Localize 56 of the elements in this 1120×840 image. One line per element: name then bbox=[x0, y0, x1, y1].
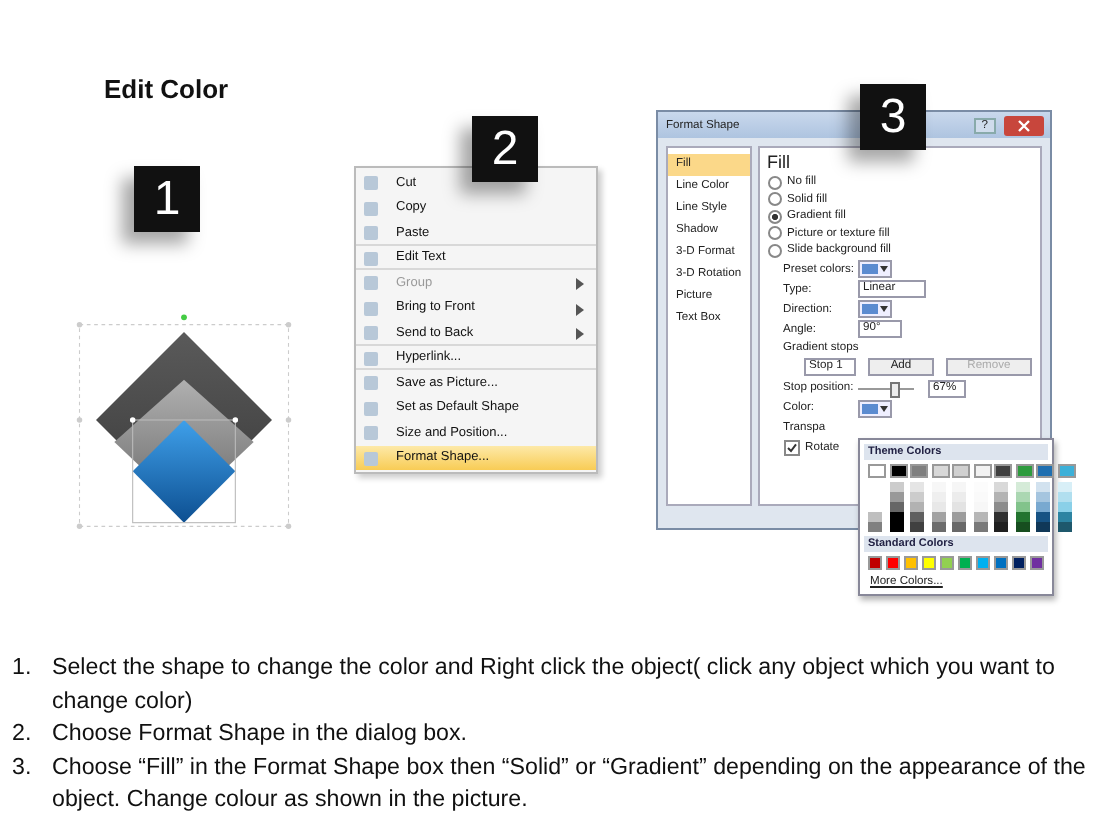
slide-title: Edit Color bbox=[104, 74, 229, 104]
color-shades[interactable] bbox=[1057, 482, 1075, 532]
color-swatch[interactable] bbox=[994, 464, 1012, 478]
slider-thumb[interactable] bbox=[890, 381, 901, 397]
checkbox[interactable] bbox=[783, 440, 800, 456]
caret-icon bbox=[879, 266, 888, 272]
submenu-arrow-icon bbox=[576, 278, 584, 290]
instruction-text: Choose Format Shape in the dialog box. bbox=[52, 718, 468, 750]
color-shades[interactable] bbox=[994, 482, 1012, 532]
submenu-arrow-icon bbox=[576, 303, 584, 315]
instruction-text: Select the shape to change the color and Right click the object( click any object which you want to change color) bbox=[52, 652, 1057, 717]
caret-icon bbox=[879, 405, 888, 411]
step-number: 3. bbox=[12, 751, 32, 783]
color-swatch[interactable] bbox=[885, 556, 901, 570]
section-heading: Fill bbox=[767, 152, 793, 172]
color-shades[interactable] bbox=[931, 482, 949, 532]
radio-button[interactable] bbox=[767, 226, 782, 241]
color-shades[interactable] bbox=[889, 482, 907, 532]
color-shades[interactable] bbox=[1015, 482, 1033, 532]
color-swatch[interactable] bbox=[1057, 464, 1075, 478]
color-swatch[interactable] bbox=[889, 464, 907, 478]
color-swatch[interactable] bbox=[939, 556, 955, 570]
color-swatch[interactable] bbox=[1011, 556, 1027, 570]
step-number: 1. bbox=[12, 652, 32, 684]
color-swatch[interactable] bbox=[931, 464, 949, 478]
color-swatch[interactable] bbox=[910, 464, 928, 478]
color-shades[interactable] bbox=[952, 482, 970, 532]
color-swatch[interactable] bbox=[957, 556, 973, 570]
radio-button[interactable] bbox=[767, 192, 782, 207]
color-swatch[interactable] bbox=[868, 464, 886, 478]
instruction-text: Choose “Fill” in the Format Shape box then “Solid” or “Gradient” depending on the appearance of the object. Change colour as shown in the picture. bbox=[52, 751, 1088, 816]
color-swatch[interactable] bbox=[975, 556, 991, 570]
color-swatch[interactable] bbox=[921, 556, 937, 570]
color-swatch[interactable] bbox=[1029, 556, 1045, 570]
step-number: 2. bbox=[12, 718, 32, 750]
close-icon[interactable] bbox=[1004, 115, 1044, 135]
color-shades[interactable] bbox=[910, 482, 928, 532]
color-swatch[interactable] bbox=[993, 556, 1009, 570]
color-swatch[interactable] bbox=[868, 556, 883, 570]
radio-button[interactable] bbox=[767, 243, 782, 258]
direction-button[interactable] bbox=[857, 300, 892, 318]
color-shades[interactable] bbox=[1036, 482, 1054, 532]
submenu-arrow-icon bbox=[576, 328, 584, 340]
color-swatch[interactable] bbox=[952, 464, 970, 478]
preset-colors-button[interactable] bbox=[857, 260, 892, 278]
color-swatch[interactable] bbox=[1015, 464, 1033, 478]
color-swatch[interactable] bbox=[903, 556, 919, 570]
color-button[interactable] bbox=[857, 399, 892, 417]
step-badge: 2 bbox=[472, 116, 538, 182]
radio-button[interactable] bbox=[767, 175, 782, 190]
color-swatch[interactable] bbox=[1036, 464, 1054, 478]
caret-icon bbox=[879, 306, 888, 312]
step-badge: 1 bbox=[134, 166, 200, 232]
radio-button[interactable] bbox=[767, 209, 782, 224]
color-swatch[interactable] bbox=[973, 464, 991, 478]
step-badge: 3 bbox=[860, 84, 926, 150]
